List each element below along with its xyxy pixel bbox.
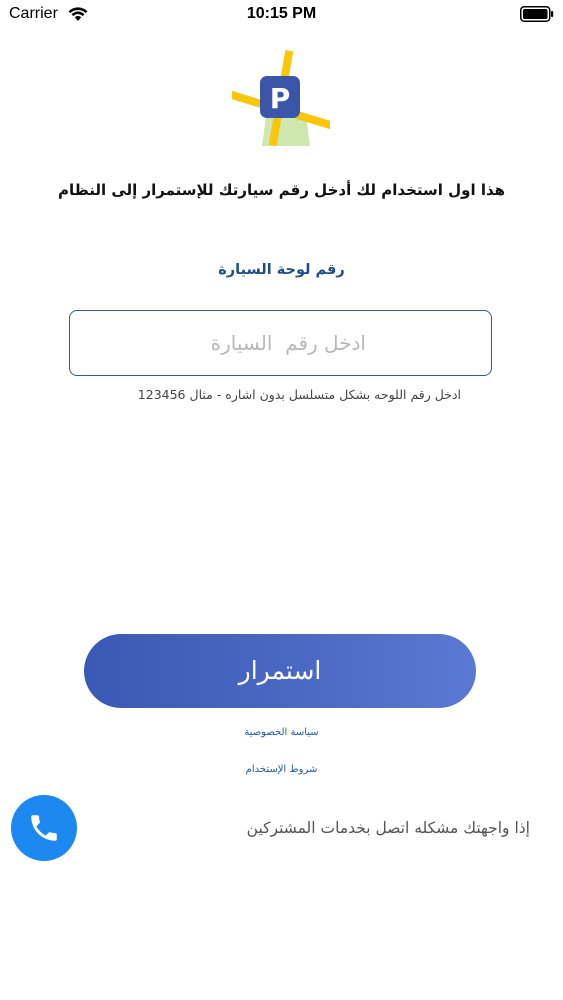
status-bar: Carrier 10:15 PM [0,0,563,30]
terms-of-use-link[interactable]: شروط الإستخدام [0,764,563,775]
continue-button[interactable]: استمرار [84,634,476,708]
call-support-button[interactable] [11,795,77,861]
phone-icon [31,815,57,841]
privacy-policy-link[interactable]: سياسة الخصوصية [0,727,563,738]
plate-label: رقم لوحة السيارة [218,262,345,278]
intro-heading: هذا اول استخدام لك أدخل رقم سيارتك للإست… [57,181,506,199]
plate-hint: ادخل رقم اللوحه بشكل متسلسل بدون اشاره -… [137,387,461,402]
support-message: إذا واجهتك مشكله اتصل بخدمات المشتركين [246,819,530,837]
battery-icon [520,6,554,22]
parking-logo: P [232,50,330,146]
logo-letter: P [270,82,291,115]
clock: 10:15 PM [246,5,317,22]
plate-number-input[interactable] [69,310,492,376]
